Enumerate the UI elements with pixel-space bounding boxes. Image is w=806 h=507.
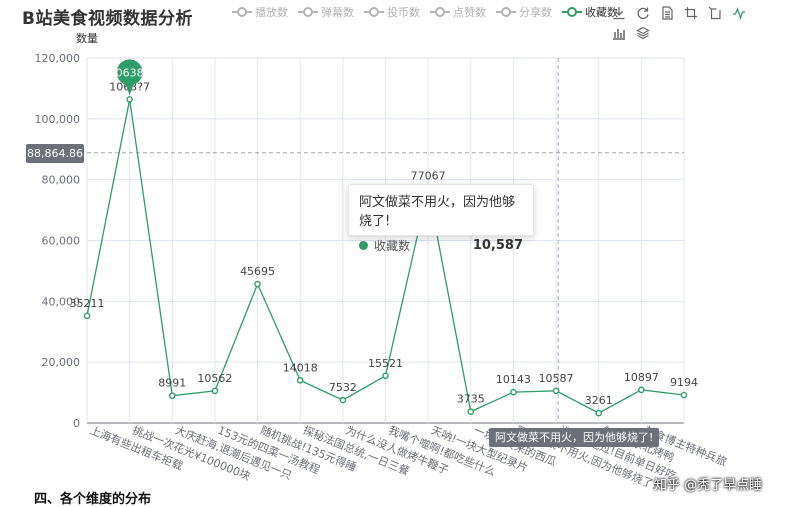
data-point [638, 386, 645, 394]
data-point [211, 387, 219, 395]
data-point [552, 387, 560, 395]
data-point [680, 391, 688, 399]
y-tick-label: 0 [73, 417, 80, 430]
crosshair-x-label: 阿文做菜不用火，因为他够烧了! [489, 428, 660, 447]
max-pin-label: 0638 [116, 66, 144, 79]
data-point [168, 392, 176, 399]
data-label: 14018 [283, 361, 318, 374]
watermark: 知乎 @秃了早点睡 [654, 478, 763, 493]
y-tick-label: 60,000 [42, 235, 81, 248]
data-label: 10897 [624, 371, 659, 384]
data-point [382, 372, 389, 380]
data-point [467, 408, 475, 415]
data-point [296, 377, 304, 384]
data-label: 35211 [70, 297, 105, 310]
data-point [83, 312, 91, 320]
y-tick-label: 20,000 [42, 356, 81, 369]
y-axis-title: 数量 [76, 32, 98, 45]
tooltip-title: 阿文做菜不用火，因为他够烧了! [359, 195, 516, 229]
data-point [510, 388, 517, 396]
y-tick-label: 120,000 [35, 52, 81, 65]
data-label: 77067 [411, 170, 446, 183]
data-label: 45695 [240, 265, 275, 278]
y-tick-label: 100,000 [35, 113, 81, 126]
data-label: 7532 [329, 381, 357, 394]
crosshair-y-label: 88,864.86 [26, 144, 84, 163]
data-label: 15521 [368, 357, 403, 370]
data-point [339, 396, 347, 404]
data-label: 3735 [457, 393, 485, 406]
data-label: 10562 [197, 372, 232, 385]
tooltip-series-dot [359, 241, 368, 250]
data-point [595, 409, 603, 417]
tooltip: 阿文做菜不用火，因为他够烧了! 收藏数 10,587 [348, 184, 534, 253]
tooltip-value: 10,587 [472, 238, 523, 253]
data-label: 10587 [539, 372, 574, 385]
data-label: 3261 [585, 394, 613, 407]
tooltip-series-name: 收藏数 [374, 239, 411, 253]
data-point [126, 96, 133, 103]
data-label: 10143 [496, 373, 531, 386]
data-label: 8991 [158, 377, 186, 390]
data-label: 9194 [670, 376, 698, 389]
data-point [254, 280, 261, 288]
y-tick-label: 80,000 [42, 174, 81, 187]
y-axis: 020,00040,00060,00080,000100,000120,000 [35, 52, 81, 430]
